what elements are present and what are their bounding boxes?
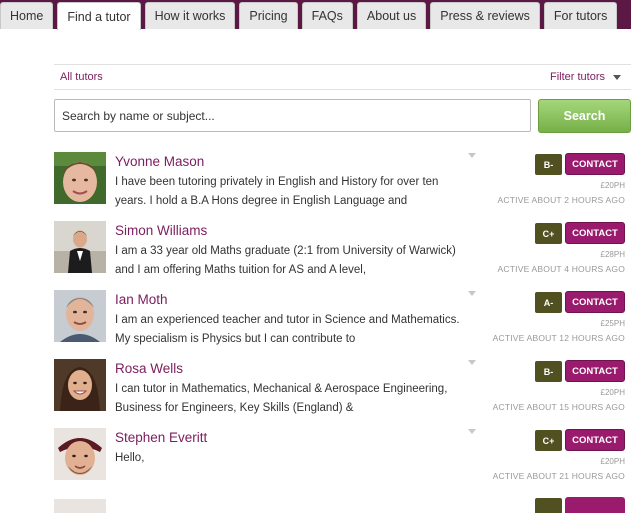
filter-tutors-dropdown[interactable]: Filter tutors (550, 71, 621, 83)
tutor-row: Stephen Everitt Hello, C+ CONTACT £20PH … (54, 424, 631, 493)
tutor-list: Yvonne Mason I have been tutoring privat… (54, 148, 631, 493)
contact-button[interactable] (565, 497, 625, 513)
tutor-name[interactable]: Simon Williams (115, 223, 207, 238)
contact-button[interactable]: CONTACT (565, 360, 625, 382)
last-active-status: ACTIVE ABOUT 12 HOURS AGO (492, 333, 625, 343)
chevron-down-icon[interactable] (468, 291, 476, 296)
contact-button[interactable]: CONTACT (565, 153, 625, 175)
tab-how-it-works[interactable]: How it works (144, 2, 236, 29)
tutor-name[interactable]: Rosa Wells (115, 361, 183, 376)
avatar[interactable] (54, 152, 106, 204)
grade-badge (535, 498, 562, 513)
tutor-name[interactable]: Ian Moth (115, 292, 168, 307)
tutor-name[interactable]: Yvonne Mason (115, 154, 204, 169)
avatar[interactable] (54, 428, 106, 480)
grade-badge: C+ (535, 430, 562, 451)
tab-faqs[interactable]: FAQs (301, 2, 353, 29)
tutor-description: I am a 33 year old Maths graduate (2:1 f… (115, 245, 456, 276)
price-per-hour: £20PH (600, 388, 625, 397)
avatar[interactable] (54, 499, 106, 513)
avatar[interactable] (54, 221, 106, 273)
chevron-down-icon[interactable] (468, 429, 476, 434)
tab-press-reviews[interactable]: Press & reviews (430, 2, 540, 29)
price-per-hour: £20PH (600, 181, 625, 190)
tutor-row: Rosa Wells I can tutor in Mathematics, M… (54, 355, 631, 424)
contact-button[interactable]: CONTACT (565, 429, 625, 451)
price-per-hour: £20PH (600, 457, 625, 466)
tab-pricing[interactable]: Pricing (239, 2, 298, 29)
top-navigation-bar: Home Find a tutor How it works Pricing F… (0, 0, 631, 30)
grade-badge: A- (535, 292, 562, 313)
last-active-status: ACTIVE ABOUT 15 HOURS AGO (492, 402, 625, 412)
tab-home[interactable]: Home (0, 2, 54, 29)
avatar[interactable] (54, 359, 106, 411)
price-per-hour: £25PH (600, 319, 625, 328)
tutor-row: Ian Moth I am an experienced teacher and… (54, 286, 631, 355)
chevron-down-icon[interactable] (468, 360, 476, 365)
chevron-down-icon[interactable] (468, 153, 476, 158)
search-input[interactable] (54, 99, 531, 132)
tutor-description: Hello, (115, 452, 145, 464)
tab-about-us[interactable]: About us (356, 2, 427, 29)
filter-tutors-label: Filter tutors (549, 71, 605, 83)
chevron-down-icon (613, 74, 621, 80)
last-active-status: ACTIVE ABOUT 4 HOURS AGO (497, 264, 625, 274)
grade-badge: B- (535, 154, 562, 175)
last-active-status: ACTIVE ABOUT 2 HOURS AGO (497, 195, 625, 205)
avatar[interactable] (54, 290, 106, 342)
tutor-description: I have been tutoring privately in Englis… (115, 176, 439, 207)
tutor-row: Yvonne Mason I have been tutoring privat… (54, 148, 631, 217)
all-tutors-link[interactable]: All tutors (60, 71, 103, 83)
tab-for-tutors[interactable]: For tutors (543, 2, 618, 29)
contact-button[interactable]: CONTACT (565, 291, 625, 313)
tutor-description: I am an experienced teacher and tutor in… (115, 314, 460, 345)
price-per-hour: £28PH (600, 250, 625, 259)
nav-tabs: Home Find a tutor How it works Pricing F… (0, 2, 621, 30)
last-active-status: ACTIVE ABOUT 21 HOURS AGO (492, 471, 625, 481)
tutor-name[interactable]: Stephen Everitt (115, 430, 207, 445)
tab-find-a-tutor[interactable]: Find a tutor (57, 2, 141, 30)
contact-button[interactable]: CONTACT (565, 222, 625, 244)
tutor-description: I can tutor in Mathematics, Mechanical &… (115, 383, 448, 414)
tutor-row: Simon Williams I am a 33 year old Maths … (54, 217, 631, 286)
search-button[interactable]: Search (538, 99, 631, 133)
filter-bar: All tutors Filter tutors (54, 64, 631, 90)
grade-badge: C+ (535, 223, 562, 244)
tutor-row-partial (54, 493, 631, 513)
grade-badge: B- (535, 361, 562, 382)
